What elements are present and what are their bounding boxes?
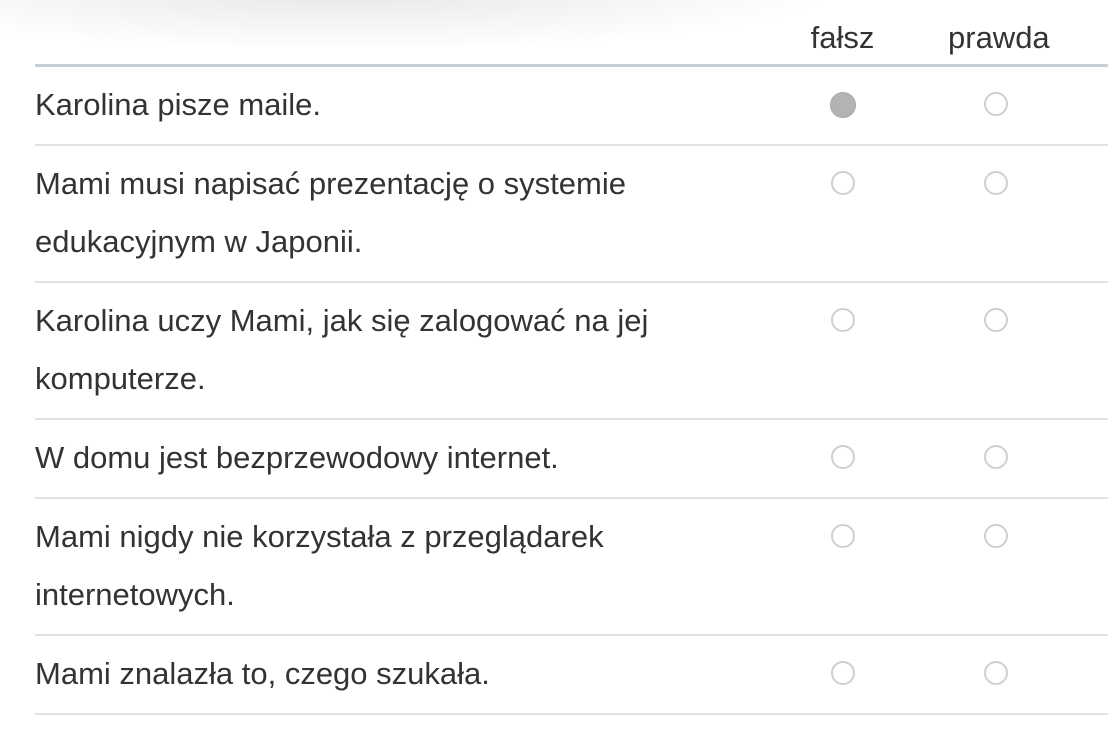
radio-true[interactable]: [984, 171, 1008, 195]
radio-false[interactable]: [829, 92, 856, 118]
radio-false[interactable]: [830, 308, 855, 332]
radio-false[interactable]: [830, 171, 855, 195]
radio-false[interactable]: [830, 661, 855, 685]
true-false-table: fałsz prawda Karolina pisze maile. Mami …: [35, 0, 1108, 715]
header-statement: [35, 0, 772, 67]
radio-true[interactable]: [984, 92, 1008, 116]
statement-text: Mami nigdy nie korzystała z przeglądarek…: [35, 498, 772, 636]
radio-true[interactable]: [984, 661, 1008, 685]
statement-row: W domu jest bezprzewodowy internet.: [35, 419, 1108, 499]
statement-row: Mami nigdy nie korzystała z przeglądarek…: [35, 498, 1108, 636]
statement-text: Karolina pisze maile.: [35, 65, 772, 146]
header-true: prawda: [913, 0, 1108, 67]
statement-text: Karolina uczy Mami, jak się zalogować na…: [35, 282, 772, 420]
statement-text: Mami musi napisać prezentację o systemie…: [35, 145, 772, 283]
statement-row: Karolina pisze maile.: [35, 65, 1108, 146]
header-false: fałsz: [772, 0, 913, 67]
radio-true[interactable]: [984, 445, 1008, 469]
statement-row: Mami znalazła to, czego szukała.: [35, 635, 1108, 715]
statement-text: W domu jest bezprzewodowy internet.: [35, 419, 772, 499]
radio-false[interactable]: [830, 445, 855, 469]
header-row: fałsz prawda: [35, 0, 1108, 67]
quiz-page: fałsz prawda Karolina pisze maile. Mami …: [0, 0, 1108, 750]
radio-true[interactable]: [984, 524, 1008, 548]
radio-true[interactable]: [984, 308, 1008, 332]
radio-false[interactable]: [830, 524, 855, 548]
statement-row: Karolina uczy Mami, jak się zalogować na…: [35, 282, 1108, 420]
statement-text: Mami znalazła to, czego szukała.: [35, 635, 772, 715]
statement-row: Mami musi napisać prezentację o systemie…: [35, 145, 1108, 283]
